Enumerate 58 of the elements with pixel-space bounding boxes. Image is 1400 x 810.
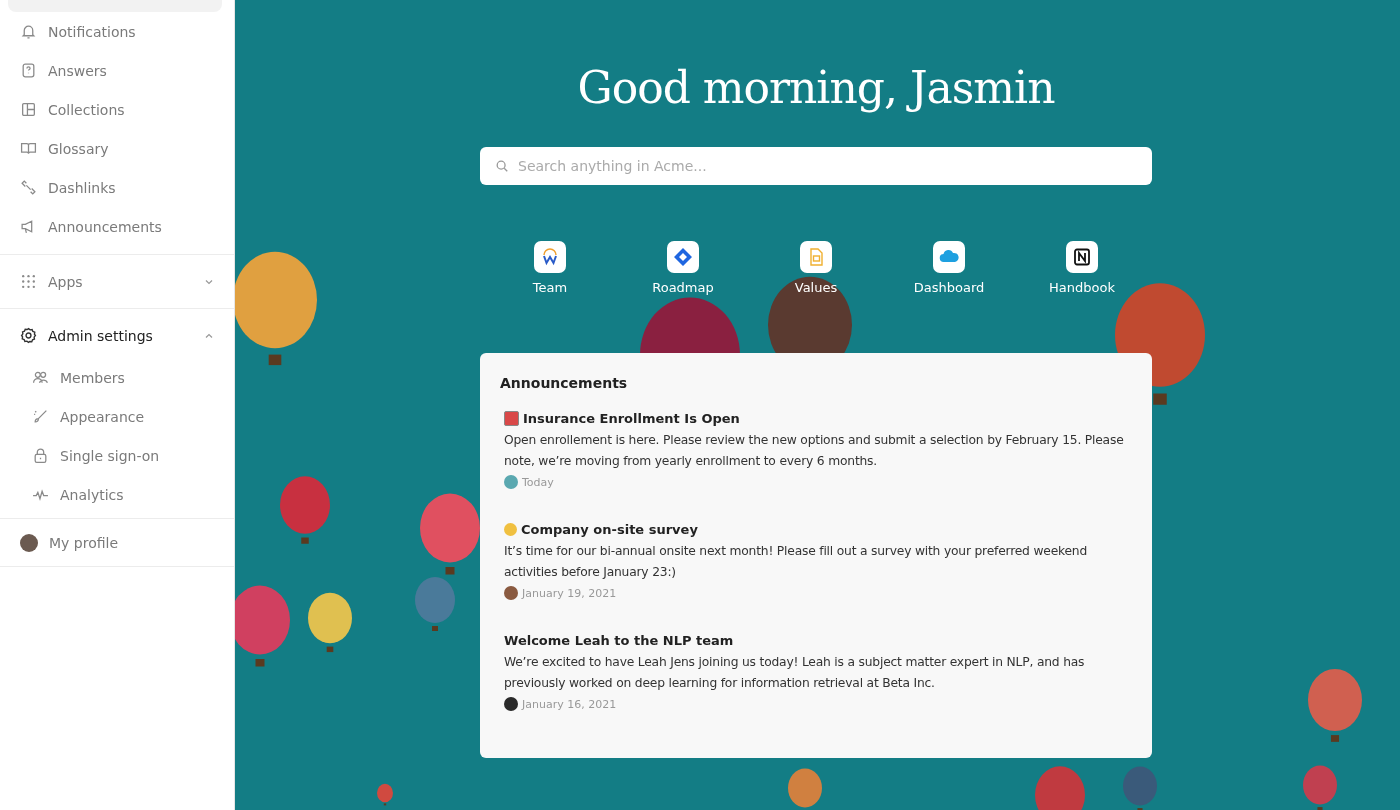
balloon-drawing	[377, 783, 393, 806]
announcement-text: We’re excited to have Leah Jens joining us today! Leah is a subject matter expert in NLP, and has previously worked on deep learning for information retrieval at Beta Inc.	[504, 654, 1086, 692]
sidebar-item[interactable]: Answers	[0, 51, 234, 90]
sidebar-group-toggle[interactable]: Admin settings	[0, 313, 234, 358]
app-shortcut[interactable]: Dashboard	[896, 241, 1002, 295]
balloon-drawing	[280, 476, 330, 544]
sidebar-item[interactable]: Notifications	[0, 12, 234, 51]
balloon-drawing	[308, 592, 352, 653]
question-card-icon	[20, 62, 37, 79]
w-logo-icon	[540, 247, 560, 267]
brush-icon	[32, 408, 49, 425]
sidebar-item[interactable]: Collections	[0, 90, 234, 129]
balloon-drawing	[1123, 766, 1157, 810]
author-avatar	[504, 697, 518, 711]
grid-dots-icon	[20, 273, 37, 290]
announcement-date: January 19, 2021	[522, 586, 617, 600]
diamond-icon	[673, 247, 693, 267]
balloon-drawing	[788, 768, 822, 808]
search-icon	[495, 159, 509, 173]
announcement-title[interactable]: Insurance Enrollment Is Open	[523, 411, 740, 426]
sidebar-item[interactable]: Analytics	[0, 475, 234, 514]
announcement-date: Today	[522, 475, 554, 489]
balloon-drawing	[1303, 765, 1337, 810]
greeting-heading: Good morning, Jasmin	[577, 62, 1055, 113]
face-emoji-icon	[504, 523, 517, 536]
people-icon	[32, 369, 49, 386]
app-shortcut[interactable]: Values	[763, 241, 869, 295]
book-icon	[20, 140, 37, 157]
sidebar-item[interactable]: Glossary	[0, 129, 234, 168]
card-title: Announcements	[500, 375, 629, 391]
sidebar-item[interactable]: Dashlinks	[0, 168, 234, 207]
panels-icon	[20, 101, 37, 118]
app-shortcut[interactable]: Team	[497, 241, 603, 295]
search-field[interactable]: Search anything in Acme...	[480, 147, 1152, 185]
bell-icon	[20, 23, 37, 40]
calendar-emoji-icon	[504, 411, 519, 426]
announcement-title[interactable]: Welcome Leah to the NLP team	[504, 633, 734, 648]
sidebar-item[interactable]: My profile	[0, 523, 234, 562]
lock-icon	[32, 447, 49, 464]
sidebar-item[interactable]: Single sign-on	[0, 436, 234, 475]
sidebar-item[interactable]: Members	[0, 358, 234, 397]
balloon-drawing	[1035, 766, 1085, 810]
n-logo-icon	[1072, 247, 1092, 267]
author-avatar	[504, 475, 518, 489]
link-icon	[20, 179, 37, 196]
app-shortcut[interactable]: Roadmap	[630, 241, 736, 295]
announcement-date: January 16, 2021	[522, 697, 617, 711]
app-shortcut[interactable]: Handbook	[1029, 241, 1135, 295]
settings-icon	[20, 327, 37, 344]
announcement-text: It’s time for our bi-annual onsite next month! Please fill out a survey with your preferred weekend activities before January 23:)	[504, 543, 1089, 581]
sidebar-group-toggle[interactable]: Apps	[0, 259, 234, 304]
author-avatar	[504, 586, 518, 600]
announcement-title[interactable]: Company on-site survey	[521, 522, 698, 537]
sidebar-item[interactable]: Appearance	[0, 397, 234, 436]
balloon-drawing	[415, 577, 455, 631]
sidebar-item[interactable]: Announcements	[0, 207, 234, 246]
avatar	[20, 533, 38, 552]
announcement-text: Open enrollement is here. Please review the new options and submit a selection by February 15. Please note, we’re moving from yearly enrollment to every 6 months.	[504, 432, 1125, 470]
